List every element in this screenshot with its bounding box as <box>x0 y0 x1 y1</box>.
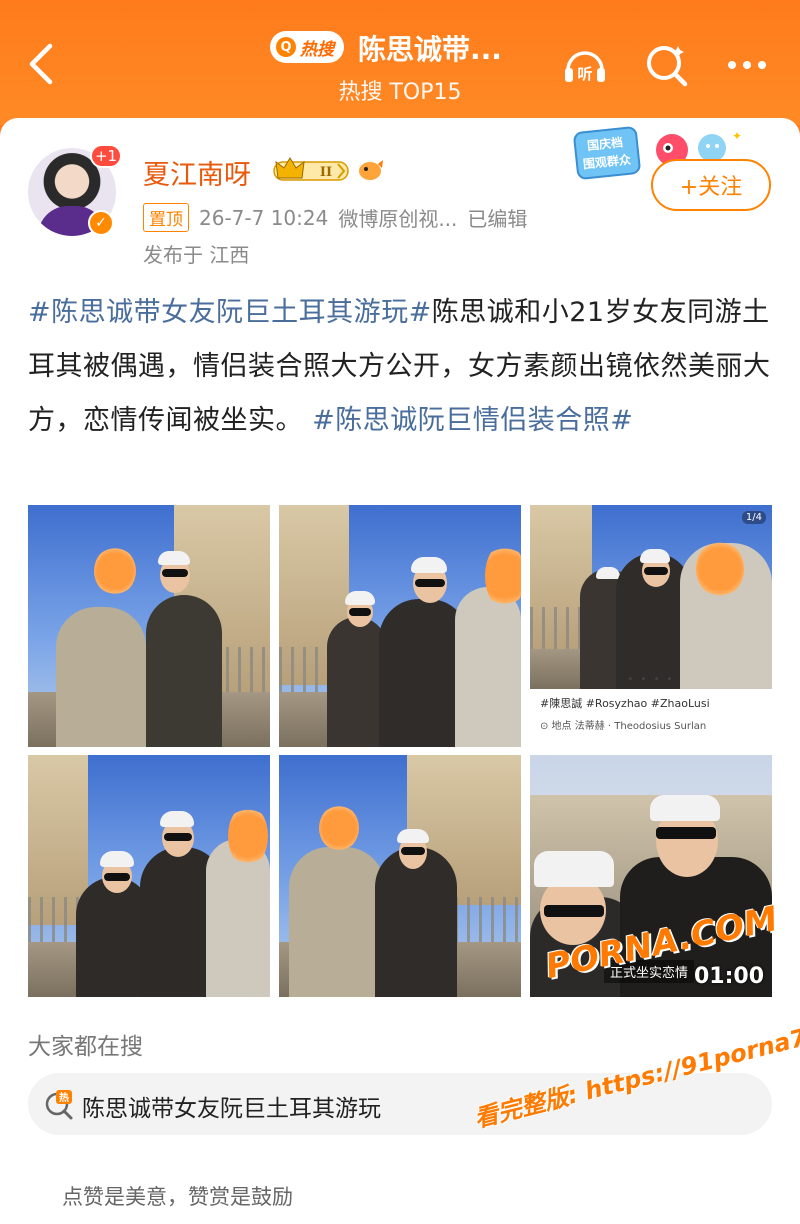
vip-crown-icon: II <box>273 157 349 181</box>
photo-5[interactable] <box>279 755 521 997</box>
post-datetime: 26-7-7 10:24 <box>199 205 329 230</box>
related-search-text: 陈思诚带女友阮巨土耳其游玩 <box>82 1096 381 1122</box>
search-icon[interactable] <box>642 40 692 90</box>
hot-search-icon-label: 热 <box>59 1091 69 1104</box>
headphones-listen-icon[interactable]: 听 <box>560 40 610 90</box>
svg-text:✦: ✦ <box>732 129 742 143</box>
photo-2[interactable] <box>279 505 521 747</box>
edited-label[interactable]: 已编辑 <box>467 203 527 232</box>
photo-caption-location: ⊙ 地点 法蒂赫 · Theodosius Surlan <box>540 721 707 732</box>
story-count-badge: +1 <box>90 144 122 168</box>
carousel-dots: • • • • <box>627 674 675 685</box>
pinned-badge: 置顶 <box>143 203 189 232</box>
username[interactable]: 夏江南呀 <box>143 153 251 192</box>
top-bar: Q 热搜 陈思诚带... 热搜 TOP15 听 <box>0 0 800 125</box>
hot-search-icon: Q <box>276 37 296 57</box>
reward-hint-text: 点赞是美意，赞赏是鼓励 <box>62 1185 293 1209</box>
photo-count-badge: 1/4 <box>741 511 766 524</box>
photo-4[interactable] <box>28 755 270 997</box>
more-options-icon[interactable] <box>722 40 772 90</box>
post-region: 发布于 江西 <box>143 243 250 267</box>
listen-label: 听 <box>577 65 592 83</box>
photo-3[interactable]: 1/4 • • • • #陳思誠 #Rosyzhao #ZhaoLusi ⊙ 地… <box>530 505 772 747</box>
page-title: 陈思诚带... <box>358 33 502 66</box>
hot-search-pill[interactable]: Q 热搜 <box>270 31 344 63</box>
hashtag-link[interactable]: #陈思诚阮巨情侣装合照# <box>312 405 633 436</box>
related-searches-heading: 大家都在搜 <box>28 1034 143 1060</box>
post-text: #陈思诚带女友阮巨土耳其游玩#陈思诚和小21岁女友同游土耳其被偶遇，情侣装合照大… <box>28 286 776 448</box>
hot-search-icon: 热 <box>45 1090 73 1120</box>
photo-caption-tags: #陳思誠 #Rosyzhao #ZhaoLusi <box>540 697 710 710</box>
photo-caption-strip: #陳思誠 #Rosyzhao #ZhaoLusi ⊙ 地点 法蒂赫 · Theo… <box>530 689 772 747</box>
photo-1[interactable] <box>28 505 270 747</box>
post-source[interactable]: 微博原创视... <box>338 203 457 232</box>
verified-badge-icon: ✓ <box>88 210 114 236</box>
vip-level: II <box>320 165 332 180</box>
hot-search-pill-label: 热搜 <box>300 39 334 60</box>
hashtag-link[interactable]: #陈思诚带女友阮巨土耳其游玩# <box>28 297 432 328</box>
video-duration: 01:00 <box>693 964 764 989</box>
post-meta: 置顶 26-7-7 10:24 微博原创视... 已编辑 <box>143 203 527 232</box>
follow-button[interactable]: +关注 <box>651 159 771 211</box>
fan-badge-icon <box>359 160 383 180</box>
